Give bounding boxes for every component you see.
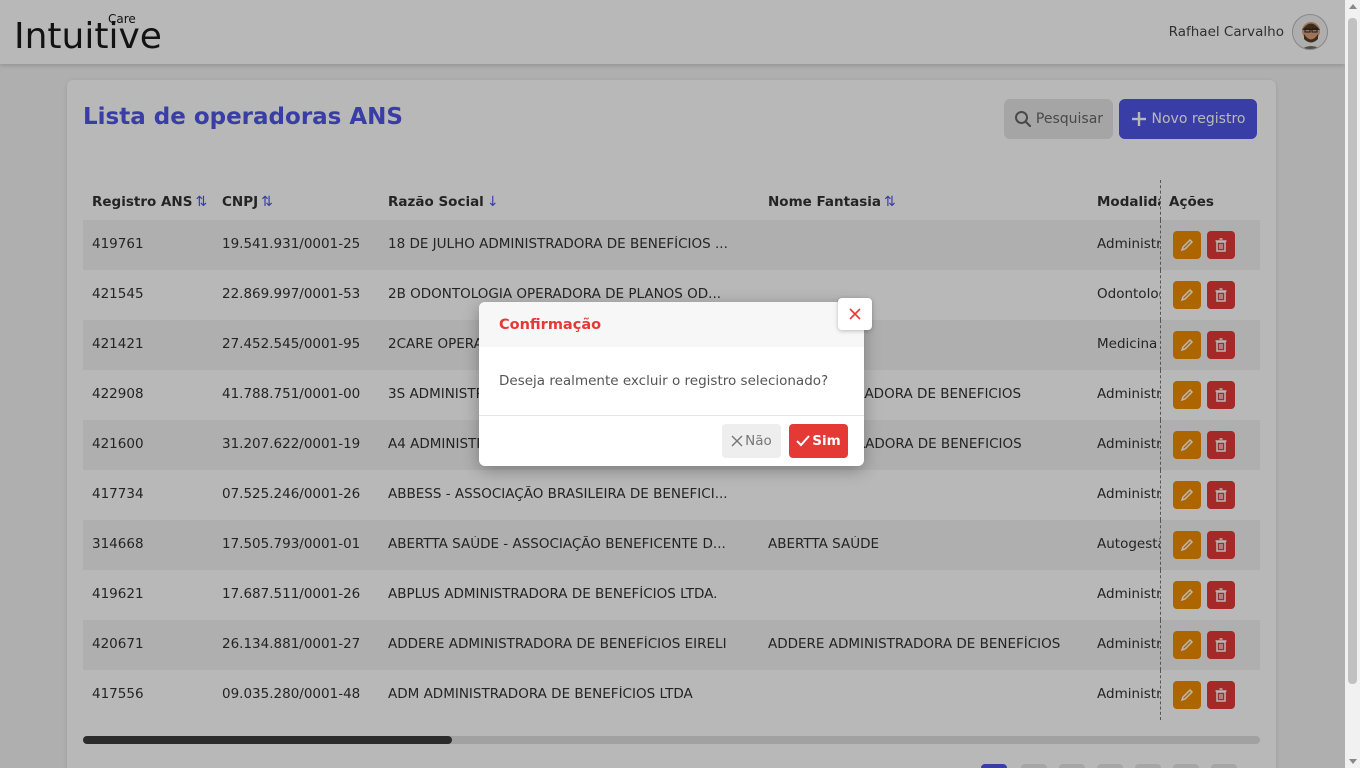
yes-button[interactable]: Sim [789,424,848,458]
dialog-title: Confirmação [499,317,602,333]
yes-button-label: Sim [812,433,841,449]
check-icon [796,435,811,447]
dialog-close-button[interactable] [838,298,872,330]
no-button-label: Não [745,433,772,449]
scrollbar-thumb[interactable] [1348,18,1357,684]
close-icon [731,435,743,447]
scroll-down-icon[interactable] [1349,759,1357,764]
confirm-dialog: Confirmação Deseja realmente excluir o r… [479,298,872,466]
dialog-divider [479,415,864,416]
scroll-up-icon[interactable] [1349,4,1357,9]
dialog-message: Deseja realmente excluir o registro sele… [499,373,829,389]
no-button[interactable]: Não [722,424,781,458]
vertical-scrollbar[interactable] [1345,0,1360,768]
dialog-header: Confirmação [479,302,864,347]
close-icon [849,308,861,320]
